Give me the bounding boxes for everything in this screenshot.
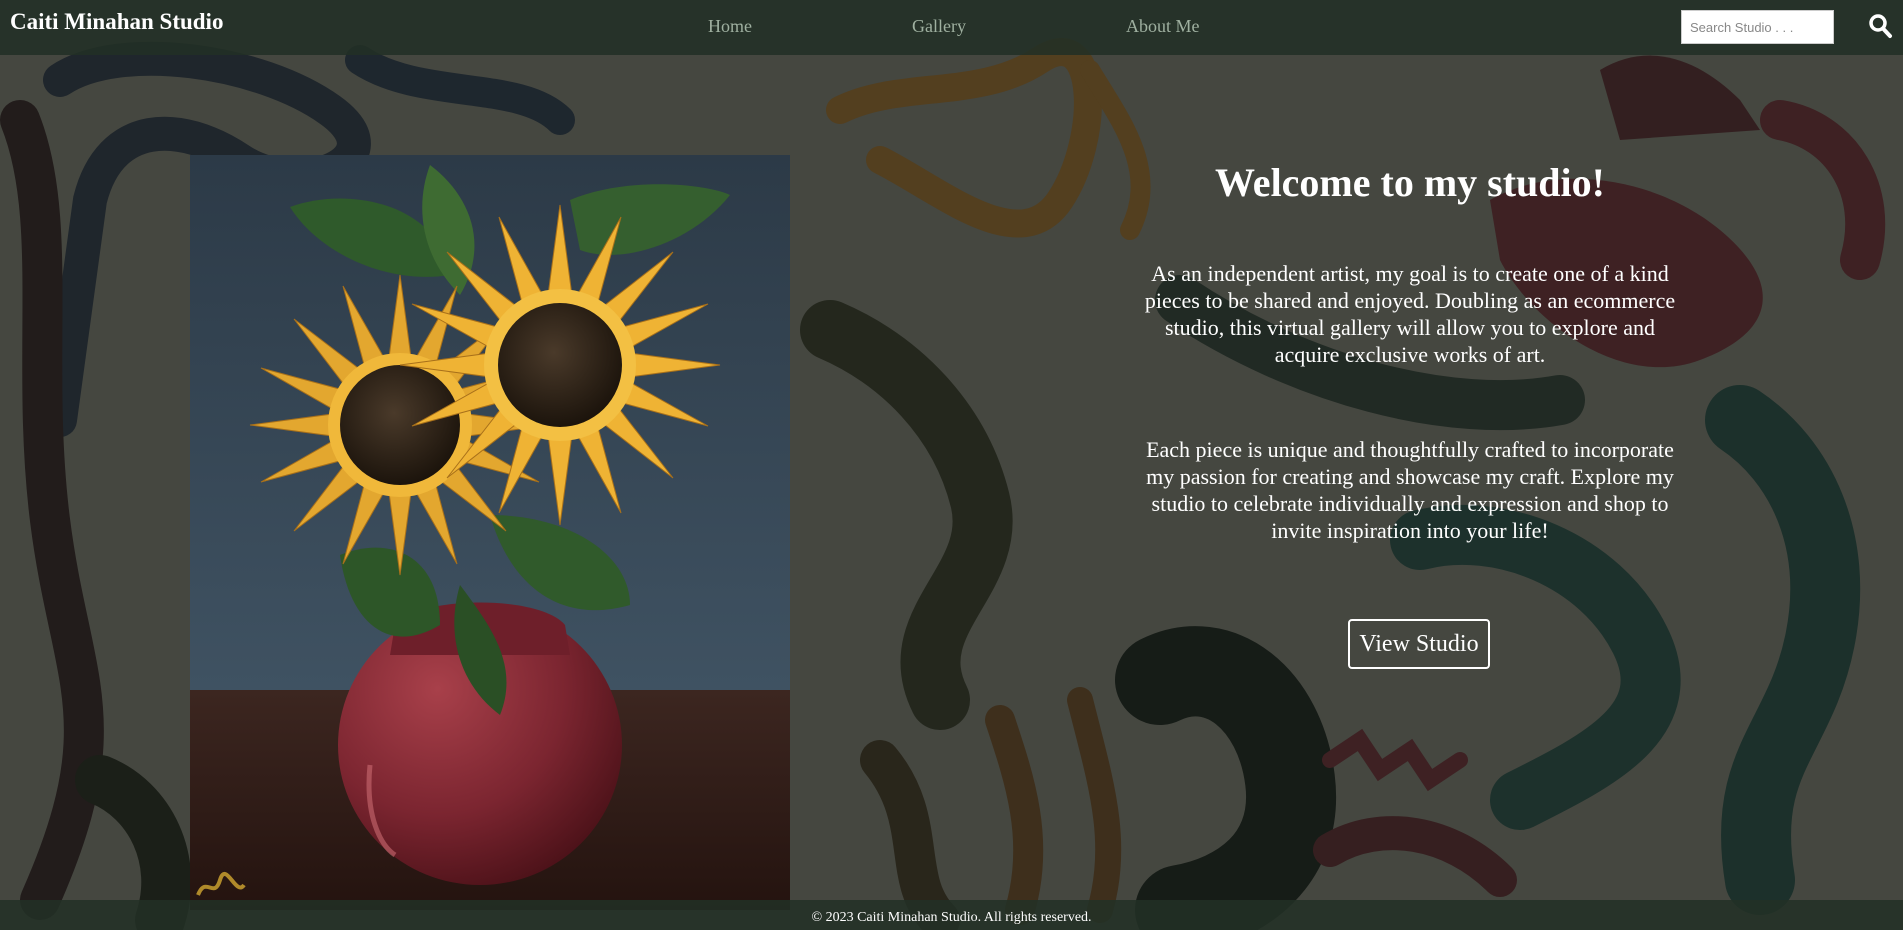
- mission-paragraph: Each piece is unique and thoughtfully cr…: [1146, 437, 1674, 543]
- search-icon: [1869, 14, 1892, 38]
- search-box: [1681, 10, 1834, 44]
- nav-link-gallery[interactable]: Gallery: [912, 16, 966, 37]
- page-title: Welcome to my studio!: [1215, 160, 1605, 205]
- copyright-text: © 2023 Caiti Minahan Studio. All rights …: [811, 910, 1092, 925]
- intro-paragraph: As an independent artist, my goal is to …: [1144, 261, 1676, 367]
- site-brand[interactable]: Caiti Minahan Studio: [10, 9, 223, 35]
- nav-link-home[interactable]: Home: [708, 16, 752, 37]
- view-studio-button[interactable]: View Studio: [1348, 619, 1490, 669]
- nav-link-about-me[interactable]: About Me: [1126, 16, 1200, 37]
- welcome-section: Welcome to my studio! As an independent …: [1140, 155, 1680, 669]
- top-navbar: Caiti Minahan Studio Home Gallery About …: [0, 0, 1903, 55]
- featured-painting: [190, 155, 790, 910]
- search-input[interactable]: [1681, 10, 1834, 44]
- search-button[interactable]: [1868, 12, 1894, 40]
- sunflowers-painting-image: [190, 155, 790, 910]
- site-footer: © 2023 Caiti Minahan Studio. All rights …: [0, 900, 1903, 930]
